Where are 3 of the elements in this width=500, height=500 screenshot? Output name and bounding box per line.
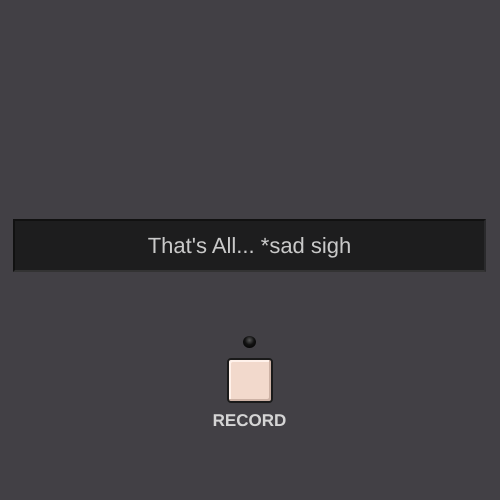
record-button[interactable] — [226, 358, 272, 403]
display-text: That's All... *sad sigh — [13, 219, 486, 272]
record-label: RECORD — [212, 411, 286, 431]
